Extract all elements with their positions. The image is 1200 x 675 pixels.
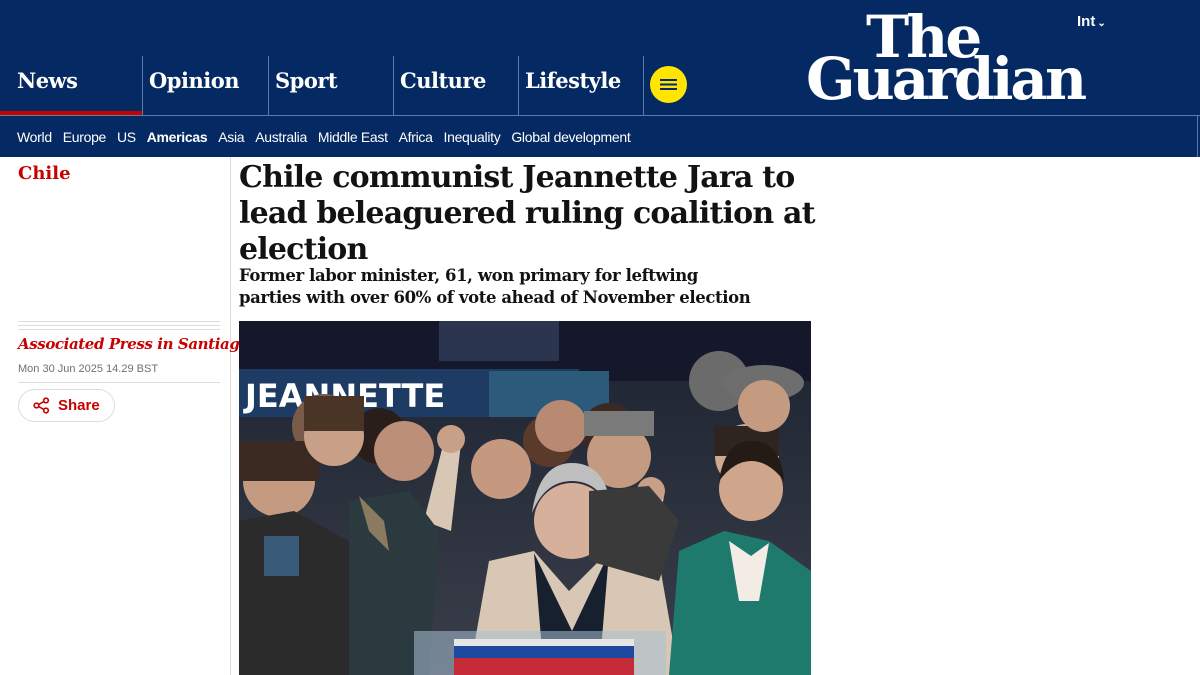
subnav-europe[interactable]: Europe — [63, 129, 107, 145]
logo-line-2: Guardian — [806, 45, 1087, 113]
subnav-world[interactable]: World — [17, 129, 52, 145]
pillar-sport[interactable]: Sport — [268, 56, 393, 115]
pillar-lifestyle-label: Lifestyle — [525, 68, 621, 93]
subnav-us[interactable]: US — [117, 129, 136, 145]
publish-date: Mon 30 Jun 2025 14.29 BST — [18, 363, 159, 375]
date-divider — [18, 382, 220, 383]
share-button[interactable]: Share — [18, 389, 115, 422]
pillar-news[interactable]: News — [0, 56, 142, 115]
article-headline: Chile communist Jeannette Jara to lead b… — [239, 160, 815, 267]
pillar-lifestyle[interactable]: Lifestyle — [518, 56, 644, 115]
share-icon — [33, 397, 50, 414]
subnav-australia[interactable]: Australia — [255, 129, 307, 145]
subnav-americas[interactable]: Americas — [147, 129, 208, 145]
pillar-culture-label: Culture — [400, 68, 486, 93]
pillar-nav: News Opinion Sport Culture Lifestyle — [0, 56, 700, 115]
edition-label: Int — [1077, 13, 1096, 30]
subnav-global-development[interactable]: Global development — [511, 129, 630, 145]
menu-button[interactable] — [650, 66, 687, 103]
pillar-culture[interactable]: Culture — [393, 56, 518, 115]
article-main-image: JEANNETTE — [239, 321, 811, 675]
pillar-opinion-label: Opinion — [149, 68, 239, 93]
subnav-asia[interactable]: Asia — [218, 129, 244, 145]
pillar-opinion[interactable]: Opinion — [142, 56, 268, 115]
chevron-down-icon: ⌄ — [1097, 18, 1106, 29]
menu-icon — [660, 79, 677, 90]
subnav-divider — [0, 115, 1200, 116]
byline[interactable]: Associated Press in Santiago — [18, 335, 249, 353]
article-standfirst: Former labor minister, 61, won primary f… — [239, 266, 751, 307]
section-link[interactable]: Chile — [18, 163, 71, 184]
crowd-photo-illustration: JEANNETTE — [239, 321, 811, 675]
pillar-sport-label: Sport — [275, 68, 338, 93]
subnav-africa[interactable]: Africa — [399, 129, 433, 145]
subnav-inequality[interactable]: Inequality — [444, 129, 501, 145]
subnav-right-divider — [1197, 115, 1198, 157]
subnav-middle-east[interactable]: Middle East — [318, 129, 388, 145]
subnav: World Europe US Americas Asia Australia … — [17, 129, 637, 145]
share-label: Share — [58, 397, 100, 414]
masthead: Int ⌄ The Guardian News Opinion Sport Cul… — [0, 0, 1200, 157]
meta-rules — [18, 321, 220, 333]
pillar-news-label: News — [17, 68, 78, 93]
edition-selector[interactable]: Int ⌄ — [1077, 13, 1106, 30]
column-divider — [230, 157, 231, 675]
